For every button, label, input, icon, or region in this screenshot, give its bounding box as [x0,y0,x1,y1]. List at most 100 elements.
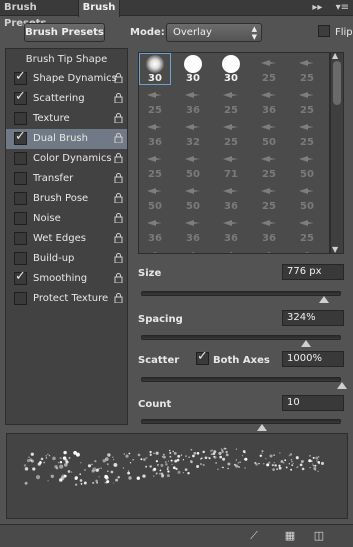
brush-tip[interactable]: 30 [253,245,285,253]
option-dual-brush[interactable]: ✓ Dual Brush [6,129,127,149]
option-checkbox[interactable] [14,212,27,225]
spacing-field[interactable]: 324% [282,310,344,326]
both-axes-checkbox[interactable]: ✓ [196,349,209,365]
lock-icon[interactable] [114,73,123,84]
spacing-slider[interactable] [141,335,341,347]
brush-tip[interactable]: 36 [139,213,171,245]
brush-tip[interactable]: 25 [253,181,285,213]
option-checkbox[interactable] [14,232,27,245]
option-checkbox[interactable] [14,152,27,165]
grid-view-icon[interactable]: ▦ [283,529,297,543]
option-checkbox[interactable]: ✓ [14,69,27,85]
mode-select[interactable]: Overlay ▲ ▼ [166,23,262,42]
option-brush-pose[interactable]: Brush Pose [6,189,127,209]
lock-icon[interactable] [114,253,123,264]
brush-grid-scrollbar[interactable]: ▲ ▼ [330,51,344,254]
brush-tip[interactable]: 50 [291,149,323,181]
brush-tip[interactable]: 30 [139,53,171,85]
option-checkbox[interactable] [14,292,27,305]
brush-tip[interactable]: 50 [139,245,171,253]
option-checkbox[interactable] [14,192,27,205]
scroll-down-icon[interactable]: ▼ [332,245,338,254]
option-checkbox[interactable] [14,112,27,125]
brush-tip[interactable]: 50 [291,181,323,213]
count-slider[interactable] [141,419,341,431]
brush-tip[interactable]: 36 [139,117,171,149]
brush-tip[interactable]: 25 [215,85,247,117]
brush-tip[interactable]: 25 [253,53,285,85]
brush-tip[interactable]: 25 [291,53,323,85]
option-color-dynamics[interactable]: Color Dynamics [6,149,127,169]
tab-brush-presets[interactable]: Brush Presets [4,0,75,29]
brush-tip[interactable]: 25 [139,149,171,181]
lock-icon[interactable] [114,93,123,104]
brush-tip[interactable]: 9 [291,245,323,253]
collapse-icon[interactable]: ▸▸ [312,2,322,13]
lock-icon[interactable] [114,113,123,124]
lock-icon[interactable] [114,153,123,164]
option-checkbox[interactable]: ✓ [14,269,27,285]
option-label: Noise [33,213,61,224]
brush-tip[interactable]: 25 [139,85,171,117]
toggle-preview-icon[interactable]: ⟋ [247,529,261,543]
brush-tip[interactable]: 36 [215,181,247,213]
size-slider-knob[interactable] [319,296,329,303]
brush-tip[interactable]: 32 [177,117,209,149]
brush-tip[interactable]: 36 [253,85,285,117]
lock-icon[interactable] [114,213,123,224]
lock-icon[interactable] [114,193,123,204]
option-build-up[interactable]: Build-up [6,249,127,269]
new-brush-icon[interactable]: ◫ [312,529,326,543]
option-smoothing[interactable]: ✓ Smoothing [6,269,127,289]
option-checkbox[interactable]: ✓ [14,89,27,105]
option-wet-edges[interactable]: Wet Edges [6,229,127,249]
option-shape-dynamics[interactable]: ✓ Shape Dynamics [6,69,127,89]
spacing-slider-knob[interactable] [301,340,311,347]
option-checkbox[interactable]: ✓ [14,129,27,145]
panel-menu-icon[interactable]: ▾≡ [336,2,349,13]
option-checkbox[interactable] [14,252,27,265]
option-protect-texture[interactable]: Protect Texture [6,289,127,309]
brush-tip-shape-item[interactable]: Brush Tip Shape [6,49,127,69]
lock-icon[interactable] [114,293,123,304]
brush-tip[interactable]: 36 [177,213,209,245]
size-slider[interactable] [141,291,341,303]
brush-tip[interactable]: 36 [253,213,285,245]
brush-tip[interactable]: 25 [253,149,285,181]
brush-tip[interactable]: 9 [215,245,247,253]
option-checkbox[interactable] [14,172,27,185]
scatter-slider-knob[interactable] [337,382,347,389]
brush-tip[interactable]: 25 [291,213,323,245]
brush-presets-button[interactable]: Brush Presets [24,23,105,42]
lock-icon[interactable] [114,233,123,244]
brush-tip[interactable]: 36 [177,85,209,117]
brush-tip[interactable]: 25 [291,117,323,149]
brush-tip[interactable]: 50 [177,149,209,181]
brush-tip[interactable]: 25 [215,117,247,149]
scatter-slider[interactable] [141,377,347,389]
brush-tip[interactable]: 25 [291,85,323,117]
lock-icon[interactable] [114,173,123,184]
brush-tip[interactable]: 50 [177,181,209,213]
size-field[interactable]: 776 px [282,264,344,280]
count-slider-knob[interactable] [257,424,267,431]
brush-tip[interactable]: 71 [215,149,247,181]
option-noise[interactable]: Noise [6,209,127,229]
brush-tip[interactable]: 36 [215,213,247,245]
lock-icon[interactable] [114,133,123,144]
brush-tip[interactable]: 30 [215,53,247,85]
option-transfer[interactable]: Transfer [6,169,127,189]
count-field[interactable]: 10 [282,395,344,411]
scroll-thumb[interactable] [333,61,341,105]
option-texture[interactable]: Texture [6,109,127,129]
brush-tip[interactable]: 30 [177,53,209,85]
brush-tip[interactable]: 50 [253,117,285,149]
option-scattering[interactable]: ✓ Scattering [6,89,127,109]
tab-brush[interactable]: Brush [78,0,120,17]
lock-icon[interactable] [114,273,123,284]
brush-tip[interactable]: 20 [177,245,209,253]
scatter-field[interactable]: 1000% [282,351,344,367]
flip-checkbox[interactable] [318,25,330,37]
scroll-up-icon[interactable]: ▲ [332,51,338,60]
brush-tip[interactable]: 50 [139,181,171,213]
